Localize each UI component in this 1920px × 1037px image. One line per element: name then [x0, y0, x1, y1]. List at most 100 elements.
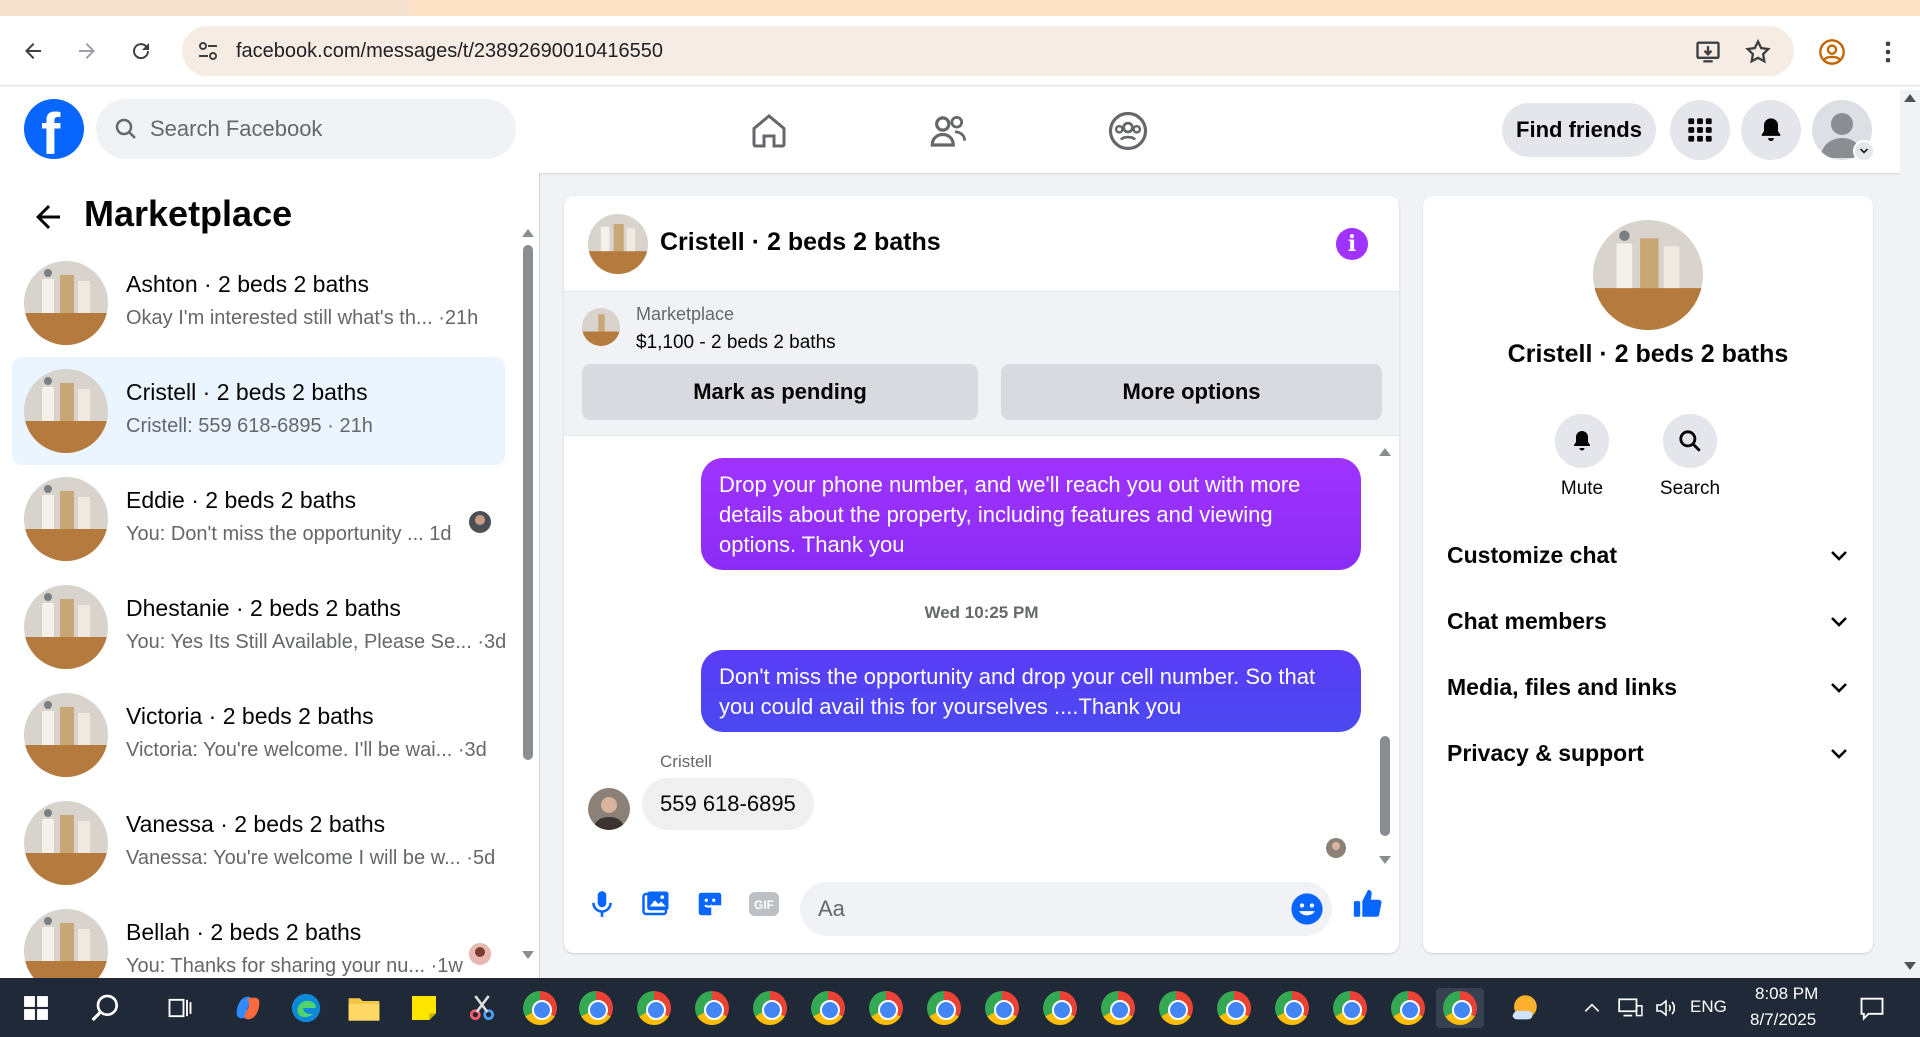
notifications-bell-icon[interactable] — [1741, 100, 1801, 160]
photo-attach-icon[interactable] — [638, 886, 674, 922]
sticky-notes-icon[interactable] — [404, 988, 444, 1028]
chrome-app-icon[interactable] — [808, 988, 848, 1028]
mark-as-pending-button[interactable]: Mark as pending — [582, 364, 978, 420]
windows-start-icon[interactable] — [16, 988, 56, 1028]
privacy-support-section[interactable]: Privacy & support — [1447, 734, 1851, 774]
conversation-item[interactable]: Bellah · 2 beds 2 baths You: Thanks for … — [12, 897, 505, 978]
sent-message: Drop your phone number, and we'll reach … — [701, 458, 1361, 570]
chat-members-section[interactable]: Chat members — [1447, 602, 1851, 642]
chrome-app-icon[interactable] — [750, 988, 790, 1028]
media-files-links-section[interactable]: Media, files and links — [1447, 668, 1851, 708]
volume-icon[interactable] — [1646, 988, 1686, 1028]
back-arrow-icon[interactable] — [30, 199, 66, 235]
facebook-logo[interactable]: f — [24, 99, 84, 167]
conversation-item[interactable]: Dhestanie · 2 beds 2 baths You: Yes Its … — [12, 573, 506, 681]
forward-icon[interactable] — [72, 36, 102, 66]
chrome-app-icon[interactable] — [576, 988, 616, 1028]
conversation-item[interactable]: Victoria · 2 beds 2 baths Victoria: You'… — [12, 681, 505, 789]
language-indicator[interactable]: ENG — [1690, 997, 1727, 1017]
account-chevron-down-icon[interactable] — [1853, 140, 1875, 162]
chrome-app-icon[interactable] — [1098, 988, 1138, 1028]
chrome-app-icon[interactable] — [520, 988, 560, 1028]
listing-label: Marketplace — [636, 304, 735, 324]
tray-chevron-up-icon[interactable] — [1572, 988, 1612, 1028]
chrome-app-icon[interactable] — [924, 988, 964, 1028]
page-scrollbar[interactable] — [1900, 90, 1920, 978]
info-icon[interactable]: i — [1336, 228, 1368, 260]
browser-profile-icon[interactable] — [1818, 38, 1846, 66]
chrome-app-icon[interactable] — [634, 988, 674, 1028]
conversation-name: Vanessa · 2 beds 2 baths — [126, 811, 386, 837]
windows-taskbar: ENG 8:08 PM 8/7/2025 — [0, 978, 1920, 1037]
snipping-tool-icon[interactable] — [462, 988, 502, 1028]
chat-scrollbar[interactable] — [1378, 446, 1392, 866]
listing-price[interactable]: $1,100 - 2 beds 2 baths — [636, 332, 836, 354]
chrome-app-icon[interactable] — [1272, 988, 1312, 1028]
reload-icon[interactable] — [126, 36, 156, 66]
edge-icon[interactable] — [286, 988, 326, 1028]
customize-chat-section[interactable]: Customize chat — [1447, 536, 1851, 576]
friends-icon[interactable] — [924, 107, 972, 155]
conversation-item-active[interactable]: Cristell · 2 beds 2 baths Cristell: 559 … — [12, 357, 505, 465]
chat-title[interactable]: Cristell · 2 beds 2 baths — [660, 228, 941, 257]
conversation-item[interactable]: Ashton · 2 beds 2 baths Okay I'm interes… — [12, 249, 505, 357]
chrome-app-icon[interactable] — [982, 988, 1022, 1028]
home-icon[interactable] — [745, 107, 793, 155]
chrome-app-icon[interactable] — [1388, 988, 1428, 1028]
clock-time[interactable]: 8:08 PM — [1755, 984, 1818, 1004]
install-app-icon[interactable] — [1694, 38, 1722, 66]
search-input[interactable] — [150, 109, 490, 149]
conversation-name: Victoria · 2 beds 2 baths — [126, 703, 374, 729]
chrome-app-icon-active[interactable] — [1436, 988, 1484, 1028]
file-explorer-icon[interactable] — [344, 988, 384, 1028]
gif-icon[interactable]: GIF — [746, 886, 782, 922]
chrome-app-icon[interactable] — [1156, 988, 1196, 1028]
conversation-list-scrollbar[interactable] — [522, 221, 534, 961]
like-thumb-icon[interactable] — [1350, 886, 1386, 922]
search-in-chat-button[interactable]: Search — [1645, 414, 1735, 500]
chevron-down-icon — [1831, 551, 1847, 561]
taskbar-search-icon[interactable] — [86, 988, 126, 1028]
network-icon[interactable] — [1610, 988, 1650, 1028]
copilot-icon[interactable] — [228, 988, 268, 1028]
more-options-button[interactable]: More options — [1001, 364, 1382, 420]
mute-bell-icon[interactable] — [1555, 414, 1609, 468]
scrollbar-thumb[interactable] — [1380, 736, 1390, 836]
conversation-preview: Okay I'm interested still what's th... ·… — [126, 307, 479, 329]
notification-center-icon[interactable] — [1852, 988, 1892, 1028]
chat-avatar[interactable] — [588, 214, 648, 274]
sender-avatar[interactable] — [588, 788, 630, 830]
browser-menu-icon[interactable] — [1874, 38, 1902, 66]
sticker-icon[interactable] — [692, 886, 728, 922]
microphone-icon[interactable] — [584, 886, 620, 922]
task-view-icon[interactable] — [160, 988, 200, 1028]
chrome-app-icon[interactable] — [1330, 988, 1370, 1028]
emoji-icon[interactable] — [1290, 892, 1324, 926]
chat-info-avatar[interactable] — [1593, 220, 1703, 330]
conversation-item[interactable]: Eddie · 2 beds 2 baths You: Don't miss t… — [12, 465, 505, 573]
chrome-app-icon[interactable] — [1040, 988, 1080, 1028]
search-icon[interactable] — [1663, 414, 1717, 468]
clock-date[interactable]: 8/7/2025 — [1750, 1010, 1816, 1030]
chrome-app-icon[interactable] — [1214, 988, 1254, 1028]
bookmark-star-icon[interactable] — [1744, 38, 1772, 66]
back-icon[interactable] — [18, 36, 48, 66]
active-tab[interactable] — [410, 0, 1920, 16]
received-message: 559 618-6895 — [642, 778, 814, 830]
chrome-app-icon[interactable] — [692, 988, 732, 1028]
address-bar[interactable]: facebook.com/messages/t/2389269001041655… — [182, 26, 1794, 76]
message-input[interactable] — [818, 892, 1258, 926]
weather-icon[interactable] — [1504, 988, 1544, 1028]
site-settings-icon[interactable] — [196, 39, 220, 63]
mute-button[interactable]: Mute — [1537, 414, 1627, 500]
scrollbar-thumb[interactable] — [523, 245, 533, 760]
message-composer[interactable] — [800, 882, 1332, 936]
find-friends-button[interactable]: Find friends — [1502, 103, 1656, 157]
groups-icon[interactable] — [1104, 107, 1152, 155]
menu-grid-icon[interactable] — [1670, 100, 1730, 160]
chrome-app-icon[interactable] — [866, 988, 906, 1028]
facebook-search[interactable] — [96, 99, 516, 159]
marketplace-conversation-list: Marketplace Ashton · 2 beds 2 baths Okay… — [0, 173, 540, 978]
listing-thumbnail[interactable] — [582, 308, 620, 346]
conversation-item[interactable]: Vanessa · 2 beds 2 baths Vanessa: You're… — [12, 789, 505, 897]
